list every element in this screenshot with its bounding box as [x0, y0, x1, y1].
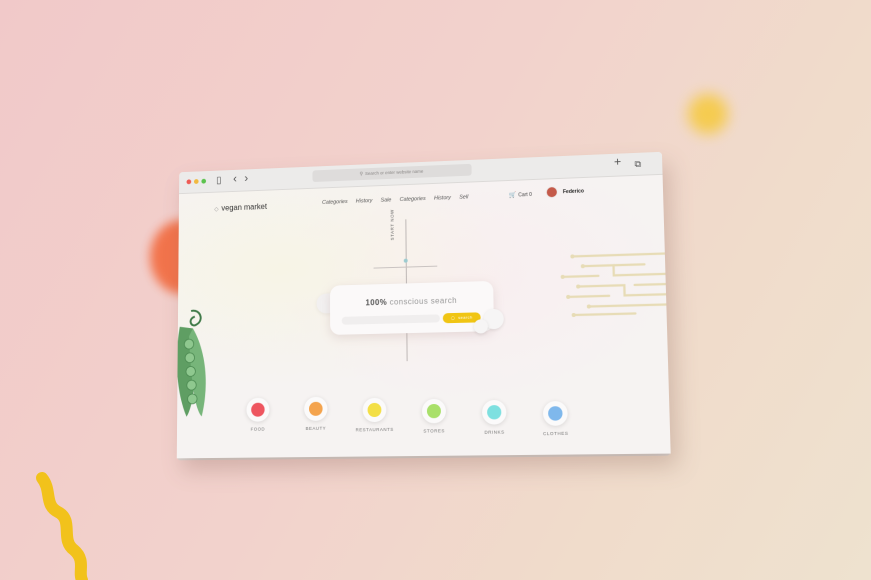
category-clothes-color-dot — [548, 406, 563, 421]
start-now-dot — [403, 258, 408, 263]
address-bar-placeholder: Search or enter website name — [365, 168, 424, 177]
address-bar[interactable]: ⚲ Search or enter website name — [312, 163, 472, 183]
category-clothes-label: CLOTHES — [542, 430, 569, 437]
logo-leaf-icon: ◇ — [214, 206, 219, 213]
logo-text: vegan market — [221, 202, 267, 213]
minimize-window-dot[interactable] — [193, 179, 199, 185]
nav-item-sale[interactable]: Sale — [381, 197, 392, 203]
category-food-color-dot — [251, 402, 265, 417]
category-stores-color-dot — [426, 403, 442, 419]
decorative-pea-pod-illustration — [177, 306, 207, 417]
category-food-label: FOOD — [250, 426, 266, 432]
new-tab-plus-icon[interactable]: + — [614, 155, 622, 169]
forward-arrow-icon[interactable]: › — [244, 171, 248, 185]
user-name: Federico — [562, 188, 585, 196]
cart-label: Cart 0 — [518, 191, 532, 199]
nav-item-categories[interactable]: Categories — [322, 199, 348, 206]
category-stores-label: STORES — [423, 428, 445, 434]
category-clothes-button — [542, 400, 568, 426]
decorative-circuit-pattern — [552, 245, 667, 324]
search-input[interactable] — [341, 314, 440, 325]
category-restaurants-color-dot — [367, 402, 382, 418]
site-logo[interactable]: ◇ vegan market — [214, 202, 267, 213]
category-clothes[interactable]: CLOTHES — [535, 400, 577, 437]
search-icon: ⚲ — [359, 171, 364, 178]
category-restaurants-button — [362, 397, 387, 423]
category-restaurants[interactable]: RESTAURANTS — [355, 397, 395, 433]
search-button-icon: ◯ — [450, 315, 456, 321]
search-card: 100% conscious search ◯ search — [330, 280, 504, 335]
nav-item-categories-2[interactable]: Categories — [400, 196, 426, 203]
category-food[interactable]: FOOD — [239, 397, 277, 432]
nav-item-history[interactable]: History — [356, 198, 373, 204]
browser-window: ▯ ‹ › ⚲ Search or enter website name + ⧉ … — [176, 151, 671, 459]
category-drinks[interactable]: DRINKS — [474, 399, 515, 435]
category-drinks-button — [481, 399, 507, 425]
search-button-label: search — [458, 314, 473, 320]
cart-link[interactable]: 🛒 Cart 0 — [509, 191, 532, 199]
cart-icon: 🛒 — [508, 192, 517, 199]
category-beauty[interactable]: BEAUTY — [296, 396, 335, 432]
avatar — [545, 185, 558, 199]
category-restaurants-label: RESTAURANTS — [355, 426, 394, 433]
close-window-dot[interactable] — [186, 179, 192, 185]
nav-item-history-2[interactable]: History — [434, 195, 451, 202]
nav-item-sell[interactable]: Sell — [459, 194, 468, 200]
maximize-window-dot[interactable] — [201, 178, 207, 184]
search-heading: 100% conscious search — [330, 295, 493, 308]
category-beauty-color-dot — [308, 401, 323, 416]
category-drinks-label: DRINKS — [484, 429, 505, 435]
category-drinks-color-dot — [487, 405, 502, 420]
tabs-overview-icon[interactable]: ⧉ — [634, 157, 641, 171]
main-navigation: Categories History Sale Categories Histo… — [322, 194, 475, 206]
category-beauty-button — [304, 396, 328, 422]
category-food-button — [246, 397, 270, 422]
back-arrow-icon[interactable]: ‹ — [233, 172, 237, 186]
search-heading-bold: 100% — [365, 297, 388, 308]
category-beauty-label: BEAUTY — [305, 425, 327, 431]
category-stores[interactable]: STORES — [414, 398, 454, 434]
decorative-bubble-small — [473, 319, 488, 334]
category-stores-button — [421, 398, 447, 424]
search-heading-rest: conscious search — [387, 295, 458, 307]
user-menu[interactable]: Federico — [545, 185, 585, 199]
web-page: ◇ vegan market Categories History Sale Ca… — [176, 174, 671, 459]
start-now-vertical-label[interactable]: START NOW — [390, 209, 395, 240]
sidebar-toggle-icon[interactable]: ▯ — [216, 174, 221, 188]
